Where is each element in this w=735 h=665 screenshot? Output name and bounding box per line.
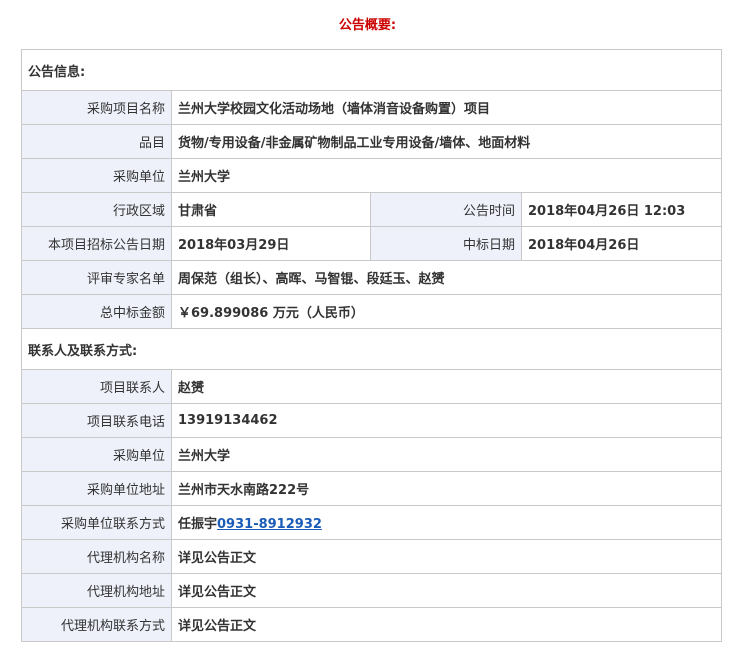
table-row: 代理机构地址 详见公告正文 bbox=[21, 573, 723, 608]
project-name-label: 采购项目名称 bbox=[21, 90, 172, 125]
page-title: 公告概要: bbox=[338, 18, 397, 33]
award-date-label: 中标日期 bbox=[370, 226, 522, 261]
project-contact-label: 项目联系人 bbox=[21, 369, 172, 404]
agency-contact-value: 详见公告正文 bbox=[170, 607, 723, 642]
agency-address-value: 详见公告正文 bbox=[170, 573, 723, 608]
agency-name-value: 详见公告正文 bbox=[170, 539, 723, 574]
publish-time-value: 2018年04月26日 12:03 bbox=[520, 192, 723, 227]
project-phone-value: 13919134462 bbox=[170, 403, 723, 438]
table-row: 行政区域 甘肃省 公告时间 2018年04月26日 12:03 bbox=[21, 192, 723, 227]
award-date-value: 2018年04月26日 bbox=[520, 226, 723, 261]
project-contact-value: 赵赟 bbox=[170, 369, 723, 404]
announcement-summary-table: 公告信息: 采购项目名称 兰州大学校园文化活动场地（墙体消音设备购置）项目 品目… bbox=[20, 49, 723, 642]
table-row: 总中标金额 ￥69.899086 万元（人民币） bbox=[21, 294, 723, 329]
table-row: 项目联系电话 13919134462 bbox=[21, 403, 723, 438]
category-label: 品目 bbox=[21, 124, 172, 159]
table-row: 采购项目名称 兰州大学校园文化活动场地（墙体消音设备购置）项目 bbox=[21, 90, 723, 125]
purchaser-phone-link[interactable]: 0931-8912932 bbox=[217, 517, 322, 532]
section-contact-header: 联系人及联系方式: bbox=[20, 328, 723, 370]
purchaser-contact-value: 任振宇0931-8912932 bbox=[170, 505, 723, 540]
table-row: 采购单位联系方式 任振宇0931-8912932 bbox=[21, 505, 723, 540]
purchaser-value: 兰州大学 bbox=[170, 158, 723, 193]
purchaser-address-label: 采购单位地址 bbox=[21, 471, 172, 506]
table-row: 评审专家名单 周保范（组长）、高晖、马智锟、段廷玉、赵赟 bbox=[21, 260, 723, 295]
table-row: 品目 货物/专用设备/非金属矿物制品工业专用设备/墙体、地面材料 bbox=[21, 124, 723, 159]
tender-date-label: 本项目招标公告日期 bbox=[21, 226, 172, 261]
purchaser-contact-name: 任振宇 bbox=[178, 517, 218, 532]
table-row: 代理机构联系方式 详见公告正文 bbox=[21, 607, 723, 642]
publish-time-label: 公告时间 bbox=[370, 192, 522, 227]
table-row: 采购单位地址 兰州市天水南路222号 bbox=[21, 471, 723, 506]
contact-purchaser-value: 兰州大学 bbox=[170, 437, 723, 472]
table-row: 采购单位 兰州大学 bbox=[21, 158, 723, 193]
section-info-header: 公告信息: bbox=[20, 49, 723, 91]
table-row: 代理机构名称 详见公告正文 bbox=[21, 539, 723, 574]
category-value: 货物/专用设备/非金属矿物制品工业专用设备/墙体、地面材料 bbox=[170, 124, 723, 159]
agency-contact-label: 代理机构联系方式 bbox=[21, 607, 172, 642]
table-row: 本项目招标公告日期 2018年03月29日 中标日期 2018年04月26日 bbox=[21, 226, 723, 261]
table-row: 项目联系人 赵赟 bbox=[21, 369, 723, 404]
purchaser-contact-label: 采购单位联系方式 bbox=[21, 505, 172, 540]
purchaser-address-value: 兰州市天水南路222号 bbox=[170, 471, 723, 506]
section-header-row: 公告信息: bbox=[20, 49, 723, 91]
total-amount-label: 总中标金额 bbox=[21, 294, 172, 329]
purchaser-label: 采购单位 bbox=[21, 158, 172, 193]
experts-label: 评审专家名单 bbox=[21, 260, 172, 295]
region-value: 甘肃省 bbox=[171, 192, 371, 227]
tender-date-value: 2018年03月29日 bbox=[171, 226, 371, 261]
agency-name-label: 代理机构名称 bbox=[21, 539, 172, 574]
total-amount-value: ￥69.899086 万元（人民币） bbox=[170, 294, 723, 329]
project-name-value: 兰州大学校园文化活动场地（墙体消音设备购置）项目 bbox=[170, 90, 723, 125]
project-phone-label: 项目联系电话 bbox=[21, 403, 172, 438]
region-label: 行政区域 bbox=[21, 192, 172, 227]
experts-value: 周保范（组长）、高晖、马智锟、段廷玉、赵赟 bbox=[170, 260, 723, 295]
agency-address-label: 代理机构地址 bbox=[21, 573, 172, 608]
table-row: 采购单位 兰州大学 bbox=[21, 437, 723, 472]
contact-purchaser-label: 采购单位 bbox=[21, 437, 172, 472]
section-header-row: 联系人及联系方式: bbox=[20, 328, 723, 370]
